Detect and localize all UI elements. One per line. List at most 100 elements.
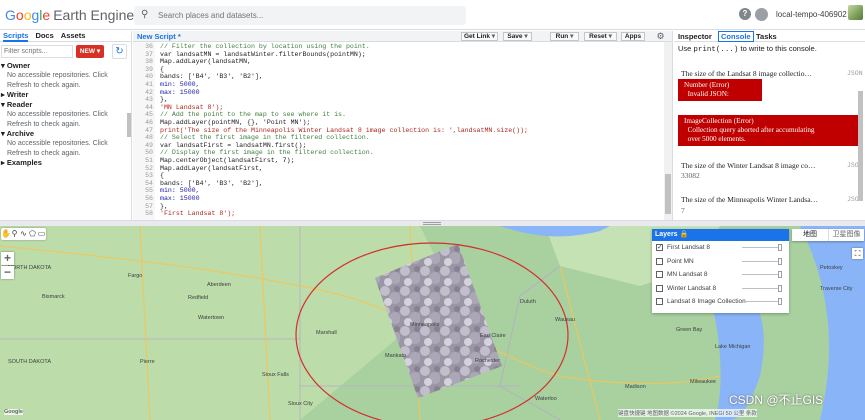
- earth-engine-app: GoogleEarth Engine ⚲ ? local-tempo-40690…: [0, 0, 865, 420]
- tree-node-label: Reader: [6, 100, 33, 109]
- map-type-satellite[interactable]: 卫星图像: [828, 229, 864, 241]
- new-script-button[interactable]: NEW ▾: [76, 45, 104, 58]
- place-label: Bismarck: [42, 294, 65, 300]
- layer-row[interactable]: Landsat 8 Image Collection: [652, 295, 789, 309]
- hand-icon[interactable]: ✋: [1, 228, 11, 240]
- layer-row[interactable]: MN Landsat 8: [652, 268, 789, 282]
- polygon-icon[interactable]: ⬠: [28, 228, 37, 240]
- console-output-label[interactable]: The size of the Winter Landsat 8 image c…: [681, 161, 816, 170]
- script-tree: ▾ Owner No accessible repositories. Clic…: [0, 61, 131, 168]
- run-button[interactable]: Run ▾: [550, 32, 579, 41]
- layer-row[interactable]: Winter Landsat 8: [652, 282, 789, 296]
- opacity-slider[interactable]: [742, 260, 782, 262]
- layer-checkbox[interactable]: [656, 271, 663, 278]
- code-line[interactable]: 58 'First Landsat 8');: [133, 210, 235, 218]
- layer-row[interactable]: ✓ First Landsat 8: [652, 241, 789, 255]
- console-scrollbar[interactable]: [858, 91, 863, 201]
- zoom-out-button[interactable]: −: [1, 266, 14, 279]
- get-link-button[interactable]: Get Link ▾: [461, 32, 498, 41]
- opacity-slider[interactable]: [742, 247, 782, 248]
- csdn-watermark: CSDN @不止GIS: [729, 393, 824, 407]
- earth-engine-logo[interactable]: Google Earth Engine: [5, 7, 134, 23]
- layers-panel: Layers 🔒 ✓ First Landsat 8 Point MN MN La…: [652, 229, 789, 313]
- tree-node-message: Refresh to check again.: [7, 149, 81, 157]
- code-text: // Select the first image in the filtere…: [160, 134, 370, 142]
- tab-console[interactable]: Console: [718, 31, 754, 42]
- tab-assets[interactable]: Assets: [61, 31, 86, 40]
- slider-handle[interactable]: [778, 298, 782, 305]
- layer-checkbox[interactable]: [656, 298, 663, 305]
- layer-name: Winter Landsat 8: [667, 284, 717, 292]
- line-number: 58: [145, 210, 153, 218]
- save-button[interactable]: Save ▾: [503, 32, 532, 41]
- place-label: Madison: [625, 384, 646, 390]
- layer-checkbox[interactable]: ✓: [656, 244, 663, 251]
- search-box[interactable]: ⚲: [134, 6, 466, 25]
- place-label: Pierre: [140, 359, 155, 365]
- project-selector[interactable]: local-tempo-406902 ▾: [776, 10, 853, 19]
- scroll-thumb[interactable]: [665, 174, 671, 214]
- account-icon[interactable]: [755, 8, 768, 21]
- button-label: Save: [507, 33, 523, 40]
- reset-button[interactable]: Reset ▾: [584, 32, 617, 41]
- place-label: Redfield: [188, 295, 209, 301]
- layers-header[interactable]: Layers 🔒: [652, 229, 789, 241]
- opacity-slider[interactable]: [742, 301, 782, 302]
- slider-handle[interactable]: [778, 271, 782, 278]
- scripts-panel: Scripts Docs Assets NEW ▾ ↻ ▾ Owner No acc…: [0, 31, 132, 220]
- layer-checkbox[interactable]: [656, 257, 663, 265]
- help-icon[interactable]: ?: [739, 8, 751, 20]
- tree-node-label: Archive: [6, 129, 35, 138]
- refresh-icon[interactable]: ↻: [112, 44, 127, 59]
- map-attribution[interactable]: 键盘快捷键 地图数据 ©2024 Google, INEGI 50 公里 条款: [618, 409, 757, 417]
- drag-handle-icon[interactable]: [423, 222, 441, 225]
- marker-icon[interactable]: ⚲: [10, 228, 19, 240]
- console-output-label[interactable]: The size of the Minneapolis Winter Lands…: [681, 195, 818, 204]
- code-area[interactable]: 36// Filter the collection by location u…: [133, 42, 663, 220]
- tree-node-writer[interactable]: ▸ Writer: [0, 90, 131, 100]
- tab-scripts[interactable]: Scripts: [3, 31, 29, 42]
- editor-scrollbar[interactable]: [664, 42, 672, 220]
- rectangle-icon[interactable]: ▭: [37, 228, 46, 240]
- tab-docs[interactable]: Docs: [35, 31, 53, 40]
- chevron-down-icon: ▾: [608, 33, 612, 40]
- json-link[interactable]: JSON: [847, 70, 863, 77]
- place-label: SOUTH DAKOTA: [8, 359, 51, 365]
- tree-node-message: No accessible repositories. Click: [7, 72, 108, 79]
- opacity-slider[interactable]: [742, 287, 782, 289]
- place-label: Fargo: [128, 273, 143, 279]
- place-label: Rochester: [475, 358, 501, 364]
- line-icon[interactable]: ∿: [19, 228, 28, 240]
- tree-node-archive[interactable]: ▾ Archive: [0, 129, 131, 139]
- user-avatar[interactable]: [848, 5, 863, 20]
- zoom-in-button[interactable]: +: [1, 252, 14, 265]
- tab-tasks[interactable]: Tasks: [756, 32, 777, 41]
- fullscreen-icon[interactable]: ⛶: [852, 248, 863, 259]
- scripts-scrollbar[interactable]: [127, 113, 131, 137]
- tab-inspector[interactable]: Inspector: [678, 32, 712, 41]
- apps-button[interactable]: Apps: [621, 32, 645, 41]
- tree-node-message: No accessible repositories. Click: [7, 140, 108, 147]
- tree-node-reader[interactable]: ▾ Reader: [0, 100, 131, 110]
- slider-handle[interactable]: [778, 244, 782, 251]
- layer-checkbox[interactable]: [656, 284, 663, 292]
- map-type-map[interactable]: 地图: [792, 229, 828, 241]
- opacity-slider[interactable]: [742, 274, 782, 275]
- place-label: Mankato: [385, 353, 407, 359]
- code-text: },: [160, 202, 168, 210]
- layer-row[interactable]: Point MN: [652, 255, 789, 269]
- console-output-label[interactable]: The size of the Landsat 8 image collecti…: [681, 69, 812, 78]
- map-view[interactable]: NORTH DAKOTA SOUTH DAKOTA Fargo Bismarck Red…: [0, 226, 865, 420]
- console-output-value: 7: [681, 206, 685, 215]
- button-label: Run: [555, 33, 569, 40]
- tree-node-examples[interactable]: ▸ Examples: [0, 158, 131, 168]
- filter-scripts-input[interactable]: [1, 45, 73, 58]
- search-input[interactable]: [158, 8, 458, 23]
- slider-handle[interactable]: [778, 257, 782, 265]
- code-text: var landsatFirst = landsatMN.first();: [160, 141, 307, 149]
- slider-handle[interactable]: [778, 284, 782, 292]
- tree-node-owner[interactable]: ▾ Owner: [0, 61, 131, 71]
- error-line: over 5000 elements.: [684, 135, 746, 143]
- layer-name: First Landsat 8: [667, 244, 710, 251]
- gear-icon[interactable]: ⚙: [655, 31, 666, 41]
